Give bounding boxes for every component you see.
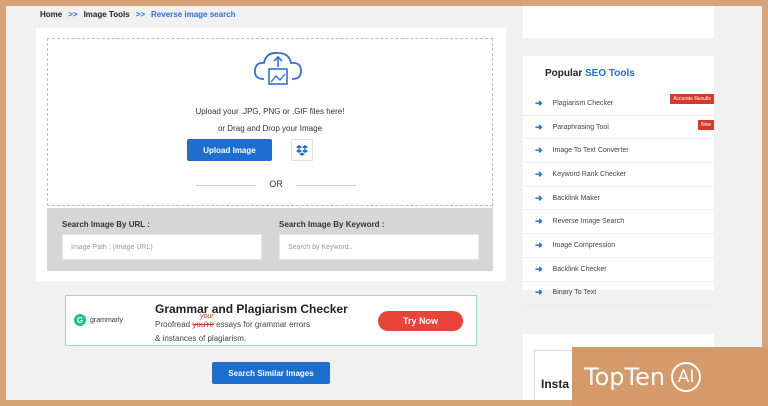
- grammarly-g-icon: G: [74, 314, 86, 326]
- image-url-input[interactable]: [62, 234, 262, 260]
- ad-line-2: & instances of plagiarism.: [155, 334, 247, 343]
- url-search-label: Search Image By URL :: [62, 220, 150, 229]
- sidebar-item-label: Image Compression: [552, 241, 616, 249]
- accurate-results-badge: Accurate Results: [670, 94, 714, 104]
- popular-tools-title-accent: SEO Tools: [585, 68, 635, 79]
- sidebar-top-card: [523, 6, 714, 38]
- sidebar-item-label: Reverse Image Search: [552, 218, 625, 226]
- sidebar-item-label: Backlink Maker: [552, 194, 601, 202]
- popular-tools-title-pre: Popular: [545, 68, 583, 79]
- divider-line: [296, 185, 356, 186]
- watermark-text: TopTen: [584, 362, 666, 391]
- upload-dropzone[interactable]: Upload your .JPG, PNG or .GIF files here…: [47, 38, 493, 206]
- search-similar-images-button[interactable]: Search Similar Images: [212, 362, 330, 384]
- sidebar-item-backlink-maker[interactable]: ➜ Backlink Maker: [523, 187, 714, 211]
- upload-card: Upload your .JPG, PNG or .GIF files here…: [36, 28, 506, 281]
- ad-line-1-post: essays for grammar errors: [216, 320, 310, 329]
- ad-correction: your: [200, 313, 214, 320]
- arrow-right-icon: ➜: [535, 216, 543, 227]
- try-now-button[interactable]: Try Now: [378, 311, 463, 331]
- sidebar-item-label: Keyword Rank Checker: [552, 170, 627, 178]
- arrow-right-icon: ➜: [535, 192, 543, 203]
- breadcrumb-home[interactable]: Home: [40, 10, 62, 19]
- grammarly-logo: G grammarly: [74, 314, 123, 326]
- keyword-search-input[interactable]: [279, 234, 479, 260]
- cloud-upload-icon: [252, 49, 304, 94]
- sidebar-item-binary-to-text[interactable]: ➜ Binary To Text: [523, 282, 714, 306]
- ad-struck-word: you're: [192, 320, 214, 329]
- or-text: OR: [269, 179, 283, 189]
- arrow-right-icon: ➜: [535, 263, 543, 274]
- breadcrumb-current: Reverse image search: [151, 10, 236, 19]
- sidebar-item-plagiarism-checker[interactable]: ➜ Plagiarism Checker Accurate Results: [523, 92, 714, 116]
- page-frame: Home >> Image Tools >> Reverse image sea…: [6, 6, 762, 400]
- arrow-right-icon: ➜: [535, 287, 543, 298]
- upload-image-button[interactable]: Upload Image: [187, 139, 272, 161]
- upload-instructions: Upload your .JPG, PNG or .GIF files here…: [195, 107, 345, 116]
- sidebar-item-reverse-image-search[interactable]: ➜ Reverse Image Search: [523, 210, 714, 235]
- popular-tools-card: Popular SEO Tools ➜ Plagiarism Checker A…: [523, 56, 714, 306]
- sidebar-item-label: Paraphrasing Tool: [552, 123, 609, 131]
- arrow-right-icon: ➜: [535, 97, 543, 108]
- sidebar-item-label: Backlink Checker: [552, 265, 607, 273]
- arrow-right-icon: ➜: [535, 145, 543, 156]
- keyword-search-label: Search Image By Keyword :: [279, 220, 385, 229]
- grammarly-brand: grammarly: [90, 316, 124, 324]
- arrow-right-icon: ➜: [535, 168, 543, 179]
- ad-title: Grammar and Plagiarism Checker: [155, 302, 348, 316]
- sidebar-item-keyword-rank-checker[interactable]: ➜ Keyword Rank Checker: [523, 163, 714, 187]
- popular-tools-title: Popular SEO Tools: [545, 68, 635, 79]
- sidebar-item-paraphrasing-tool[interactable]: ➜ Paraphrasing Tool New: [523, 116, 714, 140]
- drag-drop-instructions: or Drag and Drop your Image: [217, 124, 323, 133]
- sidebar-item-label: Binary To Text: [552, 289, 597, 297]
- or-divider: OR: [196, 179, 356, 191]
- breadcrumb-image-tools[interactable]: Image Tools: [84, 10, 130, 19]
- breadcrumb: Home >> Image Tools >> Reverse image sea…: [40, 10, 236, 19]
- watermark-ai-icon: AI: [671, 361, 702, 392]
- dropbox-icon: [296, 144, 308, 156]
- sidebar-item-image-to-text[interactable]: ➜ Image To Text Converter: [523, 139, 714, 164]
- topten-ai-watermark: TopTen AI: [572, 347, 768, 406]
- breadcrumb-separator: >>: [68, 10, 78, 19]
- sidebar-item-image-compression[interactable]: ➜ Image Compression: [523, 234, 714, 258]
- ad-line-1: Proofread you're essays for grammar erro…: [155, 320, 310, 329]
- grammarly-ad[interactable]: G grammarly Grammar and Plagiarism Check…: [65, 295, 477, 346]
- dropbox-button[interactable]: [291, 139, 313, 161]
- breadcrumb-separator: >>: [135, 10, 146, 19]
- sidebar-bottom-text: Insta: [541, 377, 570, 391]
- ad-line-1-pre: Proofread: [155, 320, 191, 329]
- sidebar-item-label: Plagiarism Checker: [552, 99, 614, 107]
- arrow-right-icon: ➜: [535, 121, 543, 132]
- sidebar-item-label: Image To Text Converter: [552, 147, 629, 155]
- arrow-right-icon: ➜: [535, 239, 543, 250]
- popular-tools-list: ➜ Plagiarism Checker Accurate Results ➜ …: [523, 92, 714, 306]
- new-badge: New: [697, 119, 714, 130]
- sidebar-item-backlink-checker[interactable]: ➜ Backlink Checker: [523, 258, 714, 282]
- search-panel: Search Image By URL : Search Image By Ke…: [47, 208, 493, 271]
